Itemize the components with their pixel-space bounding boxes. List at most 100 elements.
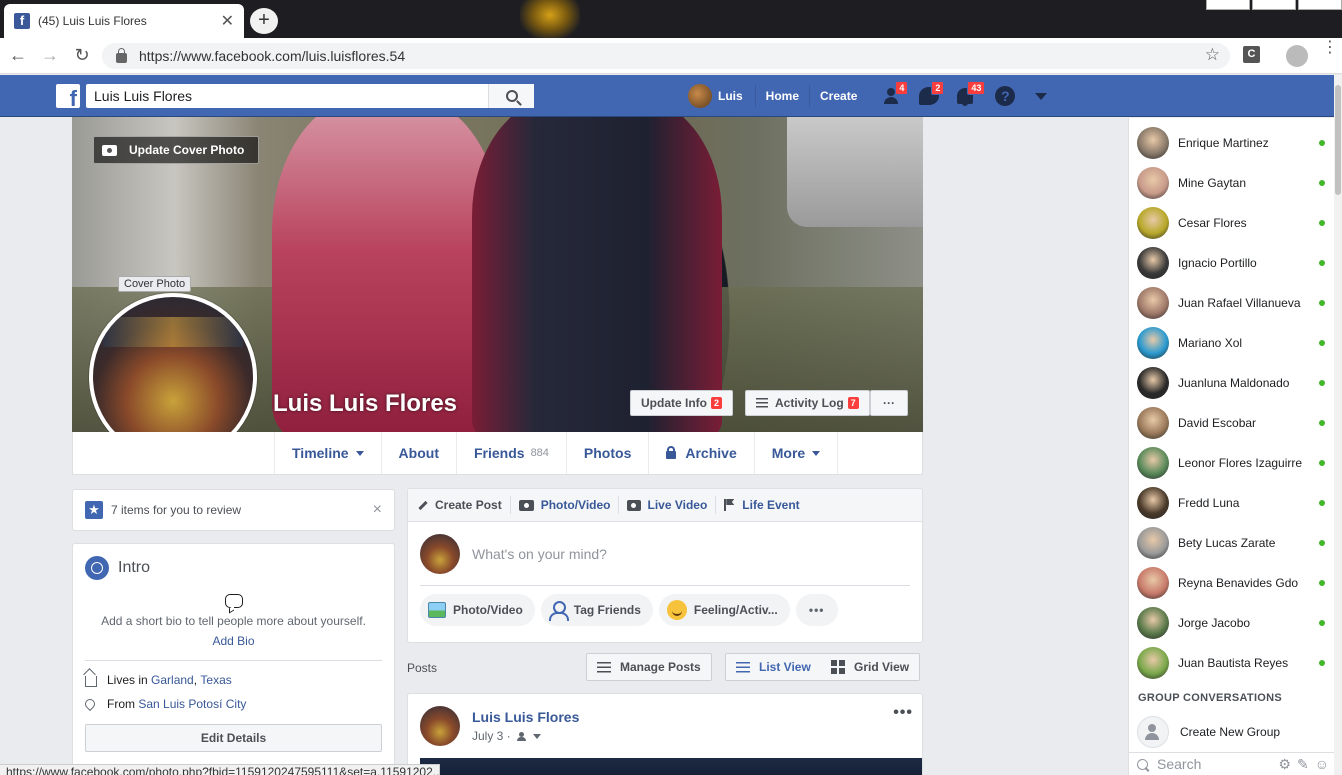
maximize-button[interactable] [1252, 0, 1296, 10]
messages-button[interactable]: 2 [911, 75, 947, 117]
profile-name[interactable]: Luis Luis Flores [273, 390, 457, 418]
chat-contact[interactable]: Bety Lucas Zarate [1137, 525, 1327, 561]
minimize-button[interactable] [1206, 0, 1250, 10]
tab-archive[interactable]: Archive [648, 432, 753, 474]
help-button[interactable]: ? [987, 75, 1023, 117]
chat-contact[interactable]: Mariano Xol [1137, 325, 1327, 361]
composer-more-button[interactable]: ••• [795, 594, 838, 626]
browser-menu-icon[interactable]: ⋮ [1322, 40, 1338, 56]
location-pin-icon [82, 696, 98, 712]
edit-details-button[interactable]: Edit Details [85, 724, 382, 752]
lives-state-link[interactable]: Texas [200, 673, 231, 687]
tab-friends-label: Friends [473, 445, 525, 461]
forward-icon[interactable]: → [36, 45, 64, 66]
chat-contact-name: Mariano Xol [1178, 336, 1243, 350]
list-view-label: List View [759, 660, 811, 674]
chat-contact[interactable]: Juan Rafael Villanueva [1137, 285, 1327, 321]
back-icon[interactable]: ← [4, 45, 32, 66]
facebook-logo-icon[interactable]: f [56, 84, 80, 108]
avatar [1137, 527, 1169, 559]
chat-contact[interactable]: Enrique Martinez [1137, 125, 1327, 161]
caret-down-icon[interactable] [532, 733, 541, 739]
manage-posts-button[interactable]: Manage Posts [586, 653, 712, 681]
notifications-button[interactable]: 43 [947, 75, 986, 117]
chat-contact[interactable]: Jorge Jacobo [1137, 605, 1327, 641]
chat-contact-name: Mine Gaytan [1178, 176, 1247, 190]
url-bar[interactable]: https://www.facebook.com/luis.luisflores… [102, 43, 1230, 69]
from-city-link[interactable]: San Luis Potosí City [138, 697, 246, 711]
page-scrollbar[interactable] [1334, 75, 1342, 775]
lives-city-link[interactable]: Garland [151, 673, 194, 687]
tab-photos[interactable]: Photos [565, 432, 648, 474]
bookmark-star-icon[interactable]: ☆ [1205, 45, 1220, 65]
search-icon [505, 90, 518, 102]
friend-requests-button[interactable]: 4 [875, 75, 911, 117]
grid-view-button[interactable]: Grid View [821, 653, 921, 681]
browser-tab[interactable]: f (45) Luis Luis Flores ✕ [4, 4, 244, 38]
cover-more-button[interactable]: ··· [870, 390, 908, 416]
photo-video-button[interactable]: Photo/Video [420, 594, 535, 626]
new-tab-button[interactable]: + [250, 8, 278, 34]
activity-log-button[interactable]: Activity Log 7 [745, 390, 870, 416]
chat-search[interactable]: Search ⚙✎☺ [1129, 752, 1335, 775]
update-cover-photo-button[interactable]: Update Cover Photo [93, 136, 259, 164]
search-button[interactable] [488, 84, 534, 108]
account-menu-button[interactable] [1023, 75, 1059, 117]
close-tab-icon[interactable]: ✕ [221, 11, 234, 31]
tab-title: (45) Luis Luis Flores [38, 14, 147, 28]
add-bio-link[interactable]: Add Bio [85, 634, 382, 648]
tag-friends-button[interactable]: Tag Friends [540, 594, 653, 626]
list-view-button[interactable]: List View [725, 653, 822, 681]
avatar [1137, 167, 1169, 199]
life-event-tab[interactable]: Life Event [724, 496, 807, 514]
create-new-group-button[interactable]: Create New Group [1137, 716, 1280, 748]
chat-contact[interactable]: Juanluna Maldonado [1137, 365, 1327, 401]
tab-timeline[interactable]: Timeline [274, 432, 381, 474]
reload-icon[interactable]: ↻ [68, 45, 96, 66]
update-info-count: 2 [711, 397, 723, 409]
chat-contact[interactable]: Ignacio Portillo [1137, 245, 1327, 281]
chat-contact[interactable]: Cesar Flores [1137, 205, 1327, 241]
chat-options-icons[interactable]: ⚙✎☺ [1278, 756, 1335, 773]
photo-video-tab[interactable]: Photo/Video [518, 496, 620, 514]
nav-profile-name: Luis [718, 89, 743, 103]
browser-profile-icon[interactable] [1286, 45, 1308, 67]
composer-input[interactable]: What's on your mind? [408, 522, 922, 574]
tab-about[interactable]: About [380, 432, 456, 474]
nav-profile-link[interactable]: Luis [688, 84, 756, 108]
chat-contact[interactable]: Mine Gaytan [1137, 165, 1327, 201]
manage-icon [597, 661, 611, 673]
close-window-button[interactable] [1298, 0, 1342, 10]
divider [420, 585, 910, 586]
post-photo[interactable] [420, 758, 922, 775]
post-author[interactable]: Luis Luis Flores [472, 709, 579, 725]
close-icon[interactable]: × [373, 501, 382, 519]
avatar[interactable] [420, 706, 460, 746]
nav-home-link[interactable]: Home [756, 85, 811, 107]
chat-contact[interactable]: David Escobar [1137, 405, 1327, 441]
search-input[interactable] [86, 84, 488, 108]
friends-count: 884 [530, 447, 549, 459]
post-date[interactable]: July 3 · [472, 729, 511, 743]
extension-icon[interactable]: C [1243, 46, 1260, 63]
feeling-activity-button[interactable]: Feeling/Activ... [658, 594, 790, 626]
url-text[interactable]: https://www.facebook.com/luis.luisflores… [139, 48, 405, 64]
friends-audience-icon[interactable] [516, 731, 529, 741]
cover-person-left [272, 117, 502, 432]
scrollbar-thumb[interactable] [1335, 85, 1341, 195]
tab-friends[interactable]: Friends 884 [455, 432, 566, 474]
update-info-button[interactable]: Update Info 2 [630, 390, 734, 416]
chat-contact-name: Reyna Benavides Gdo [1178, 576, 1299, 590]
chat-contact[interactable]: Juan Bautista Reyes [1137, 645, 1327, 681]
window-controls [1204, 0, 1342, 10]
chat-contact[interactable]: Reyna Benavides Gdo [1137, 565, 1327, 601]
nav-create-link[interactable]: Create [810, 85, 867, 107]
create-post-tab[interactable]: Create Post [418, 496, 511, 514]
live-video-tab[interactable]: Live Video [627, 496, 717, 514]
online-status-icon [1319, 660, 1325, 666]
chat-contact[interactable]: Leonor Flores Izaguirre [1137, 445, 1327, 481]
post-options-button[interactable]: ••• [893, 704, 913, 722]
tab-more[interactable]: More [753, 432, 839, 474]
review-items-card[interactable]: ★ 7 items for you to review × [72, 489, 395, 531]
chat-contact[interactable]: Fredd Luna [1137, 485, 1327, 521]
